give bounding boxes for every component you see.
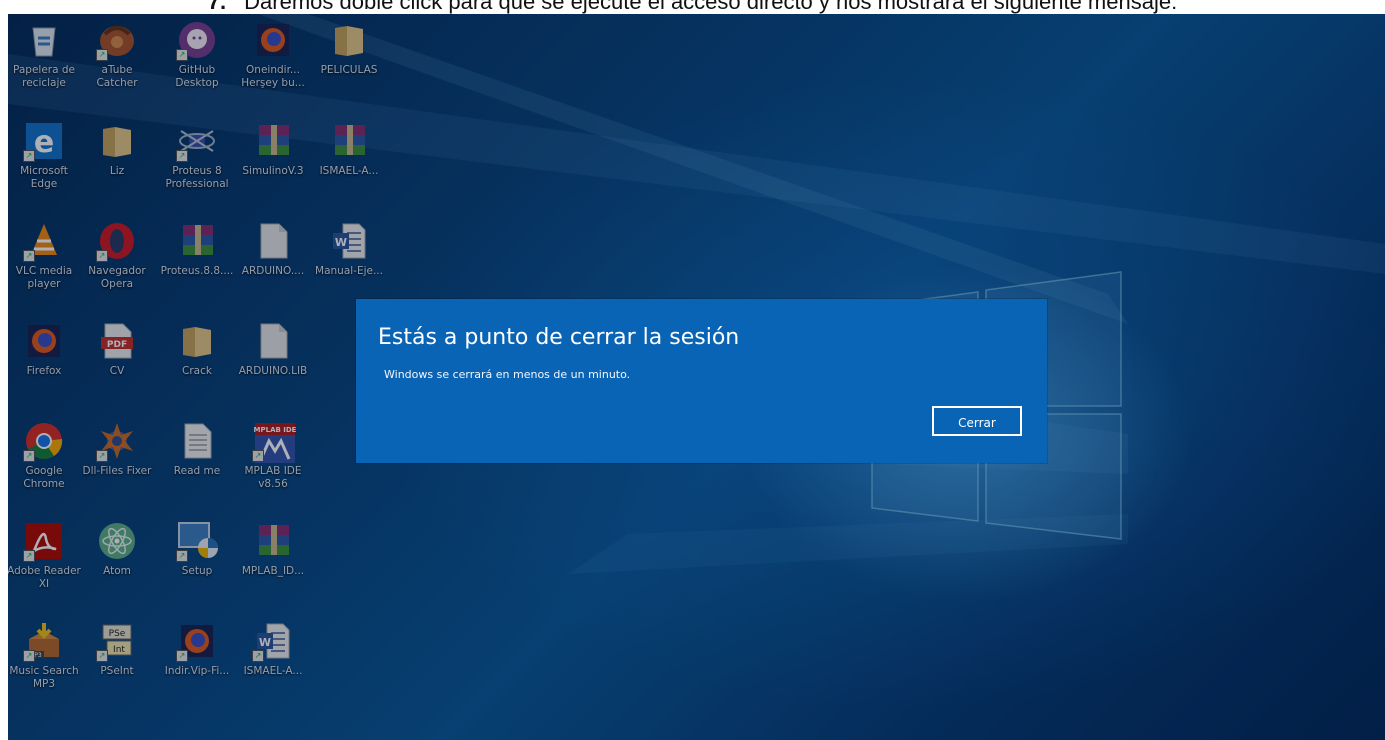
signout-dialog: Estás a punto de cerrar la sesión Window… — [356, 299, 1047, 463]
desktop: Papelera de reciclaje ↗ aTube Catcher ↗ GitH… — [8, 14, 1385, 740]
close-button[interactable]: Cerrar — [932, 406, 1022, 436]
dialog-title: Estás a punto de cerrar la sesión — [378, 325, 740, 350]
dialog-message: Windows se cerrará en menos de un minuto… — [384, 368, 631, 381]
caption-text: Daremos doble click para que se ejecute … — [244, 0, 1178, 14]
step-number: 7. — [207, 0, 227, 14]
